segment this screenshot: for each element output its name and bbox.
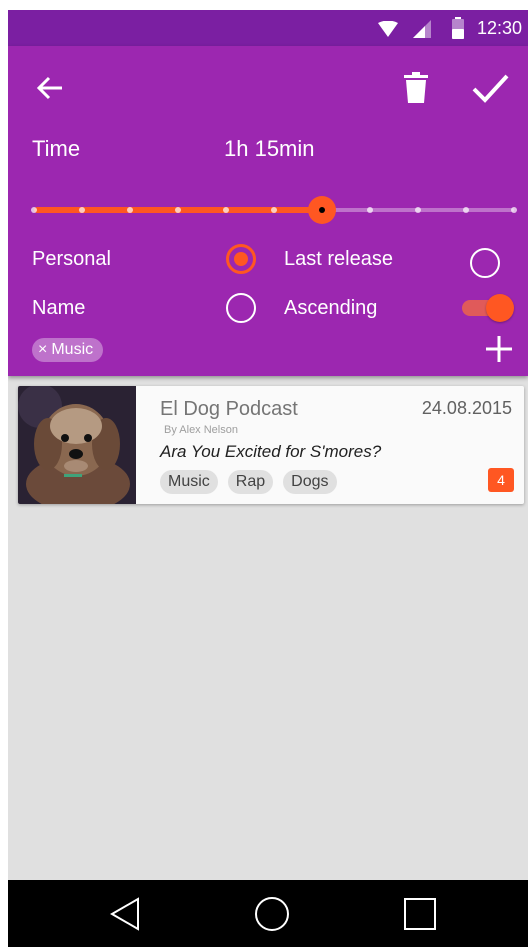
filter-chip-label: Music xyxy=(51,341,94,358)
tag-rap[interactable]: Rap xyxy=(227,470,274,494)
slider-step-dot xyxy=(79,207,85,213)
time-slider[interactable] xyxy=(31,190,517,230)
back-arrow-icon[interactable] xyxy=(34,72,66,104)
battery-icon xyxy=(452,17,464,39)
slider-step-dot xyxy=(31,207,37,213)
cell-signal-icon xyxy=(413,20,431,38)
name-radio[interactable] xyxy=(226,293,256,323)
tag-list: Music Rap Dogs xyxy=(160,470,337,494)
trash-icon[interactable] xyxy=(402,70,430,104)
release-date: 24.08.2015 xyxy=(421,398,512,418)
filter-chip-music[interactable]: × Music xyxy=(32,338,104,362)
podcast-card[interactable]: El Dog Podcast 24.08.2015 By Alex Nelson… xyxy=(18,386,524,504)
ascending-toggle[interactable] xyxy=(460,292,516,324)
slider-step-dot xyxy=(367,207,373,213)
nav-home-icon[interactable] xyxy=(254,896,290,932)
last-release-radio[interactable] xyxy=(470,248,500,278)
tag-dogs[interactable]: Dogs xyxy=(283,470,337,494)
episode-title: Ara You Excited for S'mores? xyxy=(160,442,382,461)
plus-icon[interactable] xyxy=(482,332,516,366)
slider-step-dot xyxy=(223,207,229,213)
slider-step-dot xyxy=(127,207,133,213)
personal-radio[interactable] xyxy=(226,244,256,274)
phone-screen: 12:30 Time 1h 15min Personal Last releas… xyxy=(8,10,528,947)
status-time: 12:30 xyxy=(476,18,522,38)
slider-step-dot xyxy=(175,207,181,213)
personal-option-label: Personal xyxy=(32,248,111,270)
time-label: Time xyxy=(32,136,81,161)
toggle-knob xyxy=(486,294,514,322)
name-option-label: Name xyxy=(32,297,86,319)
nav-recents-icon[interactable] xyxy=(402,896,438,932)
slider-step-dot xyxy=(511,207,517,213)
remove-chip-icon[interactable]: × xyxy=(38,338,47,362)
slider-thumb[interactable] xyxy=(308,196,336,224)
slider-step-dot xyxy=(271,207,277,213)
slider-step-dot xyxy=(415,207,421,213)
status-bar: 12:30 xyxy=(8,10,528,46)
podcast-title: El Dog Podcast xyxy=(160,398,298,420)
check-icon[interactable] xyxy=(470,68,510,108)
filter-panel: Time 1h 15min Personal Last release Name… xyxy=(8,46,528,376)
system-nav-bar xyxy=(8,880,528,947)
tag-music[interactable]: Music xyxy=(160,470,218,494)
time-value: 1h 15min xyxy=(224,136,315,161)
wifi-icon xyxy=(378,21,398,37)
slider-step-dot xyxy=(463,207,469,213)
dog-thumbnail-image xyxy=(18,386,136,504)
podcast-author: By Alex Nelson xyxy=(164,424,238,436)
new-episodes-badge: 4 xyxy=(488,468,514,492)
last-release-option-label: Last release xyxy=(284,248,393,270)
ascending-option-label: Ascending xyxy=(284,297,378,319)
nav-back-icon[interactable] xyxy=(108,896,144,932)
